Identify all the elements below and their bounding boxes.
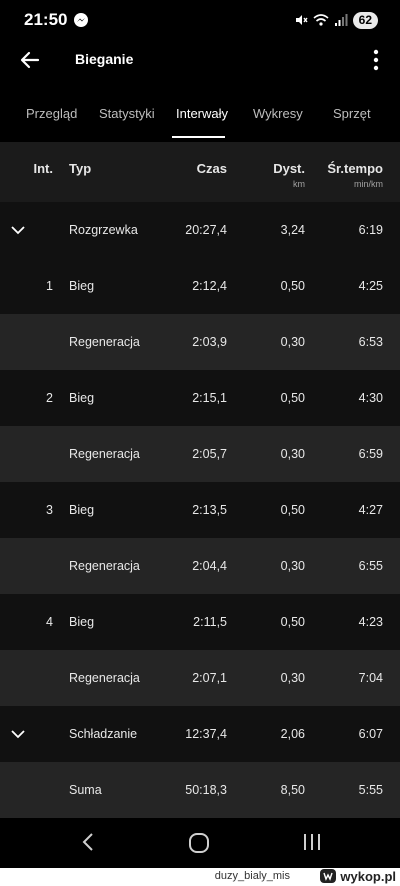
back-arrow-icon[interactable] — [18, 48, 42, 72]
cell-czas: 2:11,5 — [193, 615, 227, 629]
cell-czas: 20:27,4 — [185, 223, 227, 237]
header-czas: Czas — [196, 161, 227, 176]
cell-typ: Suma — [69, 783, 102, 797]
cell-typ: Bieg — [69, 279, 95, 293]
system-nav-bar — [0, 818, 400, 868]
table-row: Regeneracja 2:05,7 0,30 6:59 — [0, 426, 400, 482]
cell-czas: 50:18,3 — [185, 783, 227, 797]
header-typ: Typ — [69, 161, 92, 176]
cell-int: 2 — [46, 391, 53, 405]
app-bar: Bieganie — [0, 40, 400, 80]
cell-tempo: 6:07 — [358, 727, 383, 741]
cell-dyst: 0,30 — [280, 559, 305, 573]
nav-home-icon[interactable] — [188, 832, 210, 854]
chevron-down-icon[interactable] — [10, 222, 26, 238]
cell-tempo: 4:27 — [358, 503, 383, 517]
cell-tempo: 5:55 — [358, 783, 383, 797]
cell-typ: Bieg — [69, 503, 95, 517]
page-title: Bieganie — [75, 51, 134, 67]
cell-dyst: 0,50 — [280, 391, 305, 405]
table-row: 4 Bieg 2:11,5 0,50 4:23 — [0, 594, 400, 650]
status-bar: 21:50 62 — [0, 0, 400, 40]
cell-int: 4 — [46, 615, 53, 629]
cell-tempo: 6:55 — [358, 559, 383, 573]
cell-tempo: 4:23 — [358, 615, 383, 629]
cell-tempo: 6:59 — [358, 447, 383, 461]
table-row: Regeneracja 2:04,4 0,30 6:55 — [0, 538, 400, 594]
status-time: 21:50 — [24, 10, 68, 29]
cell-typ: Bieg — [69, 615, 95, 629]
tab-statystyki[interactable]: Statystyki — [99, 106, 155, 121]
table-row: Regeneracja 2:07,1 0,30 7:04 — [0, 650, 400, 706]
active-tab-indicator — [172, 136, 225, 138]
battery-indicator: 62 — [352, 11, 378, 29]
nav-back-icon[interactable] — [80, 832, 96, 852]
table-row-total: Suma 50:18,3 8,50 5:55 — [0, 762, 400, 818]
tab-bar: Przegląd Statystyki Interwały Wykresy Sp… — [0, 96, 400, 138]
table-row[interactable]: Schładzanie 12:37,4 2,06 6:07 — [0, 706, 400, 762]
cell-dyst: 2,06 — [280, 727, 305, 741]
wykop-logo-icon — [320, 869, 337, 883]
cell-tempo: 4:25 — [358, 279, 383, 293]
tab-sprzet[interactable]: Sprzęt — [333, 106, 371, 121]
table-row: 2 Bieg 2:15,1 0,50 4:30 — [0, 370, 400, 426]
nav-recents-icon[interactable] — [302, 832, 322, 852]
header-dyst-unit: km — [293, 179, 305, 189]
cell-int: 3 — [46, 503, 53, 517]
signal-icon — [334, 14, 348, 26]
cell-tempo: 6:53 — [358, 335, 383, 349]
cell-czas: 2:07,1 — [192, 671, 227, 685]
cell-dyst: 8,50 — [280, 783, 305, 797]
more-options-icon[interactable] — [368, 48, 384, 72]
cell-czas: 2:04,4 — [192, 559, 227, 573]
cell-dyst: 0,50 — [280, 503, 305, 517]
cell-dyst: 0,30 — [280, 335, 305, 349]
cell-dyst: 0,30 — [280, 447, 305, 461]
cell-tempo: 4:30 — [358, 391, 383, 405]
watermark-user: duzy_bialy_mis — [214, 870, 290, 882]
cell-tempo: 6:19 — [358, 223, 383, 237]
cell-dyst: 3,24 — [280, 223, 305, 237]
cell-dyst: 0,30 — [280, 671, 305, 685]
cell-czas: 2:15,1 — [192, 391, 227, 405]
watermark-strip: duzy_bialy_mis wykop.pl — [0, 868, 400, 886]
cell-typ: Schładzanie — [69, 727, 138, 741]
cell-tempo: 7:04 — [358, 671, 383, 685]
table-row: 1 Bieg 2:12,4 0,50 4:25 — [0, 258, 400, 314]
tab-interwaly[interactable]: Interwały — [176, 106, 228, 121]
header-tempo-unit: min/km — [354, 179, 383, 189]
cell-typ: Regeneracja — [69, 671, 140, 685]
cell-czas: 2:03,9 — [192, 335, 227, 349]
cell-czas: 2:13,5 — [192, 503, 227, 517]
cell-czas: 2:12,4 — [192, 279, 227, 293]
cell-int: 1 — [46, 279, 53, 293]
watermark-logo: wykop.pl — [319, 868, 396, 884]
cell-typ: Regeneracja — [69, 447, 140, 461]
header-tempo: Śr.tempo — [327, 161, 383, 176]
header-int: Int. — [33, 161, 54, 176]
tab-wykresy[interactable]: Wykresy — [253, 106, 303, 121]
cell-dyst: 0,50 — [280, 279, 305, 293]
cell-dyst: 0,50 — [280, 615, 305, 629]
cell-typ: Rozgrzewka — [69, 223, 138, 237]
messenger-icon — [74, 13, 89, 27]
wifi-icon — [313, 14, 329, 26]
watermark-site: wykop.pl — [340, 868, 396, 884]
header-dyst: Dyst. — [273, 161, 305, 176]
status-right: 62 — [294, 11, 378, 29]
mute-icon — [295, 15, 308, 25]
cell-typ: Bieg — [69, 391, 95, 405]
cell-typ: Regeneracja — [69, 559, 140, 573]
table-row: 3 Bieg 2:13,5 0,50 4:27 — [0, 482, 400, 538]
cell-czas: 12:37,4 — [185, 727, 227, 741]
chevron-down-icon[interactable] — [10, 726, 26, 742]
status-left: 21:50 — [24, 10, 89, 30]
table-row[interactable]: Rozgrzewka 20:27,4 3,24 6:19 — [0, 202, 400, 258]
table-row: Regeneracja 2:03,9 0,30 6:53 — [0, 314, 400, 370]
cell-typ: Regeneracja — [69, 335, 140, 349]
table-header: Int. Typ Czas Dyst. km Śr.tempo min/km — [0, 142, 400, 202]
tab-przeglad[interactable]: Przegląd — [26, 106, 77, 121]
cell-czas: 2:05,7 — [192, 447, 227, 461]
